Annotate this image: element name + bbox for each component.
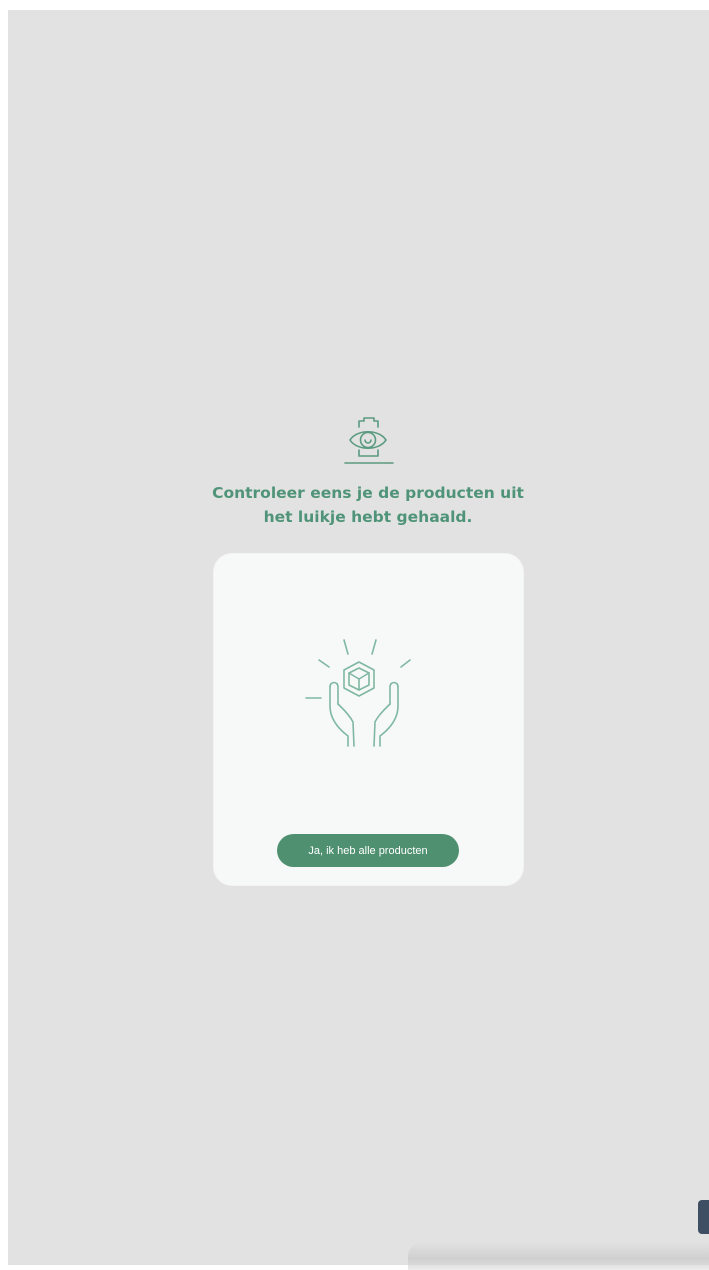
hands-holding-box-icon [305, 639, 411, 747]
side-handle[interactable] [698, 1200, 709, 1234]
app-screen: Controleer eens je de producten uit het … [8, 10, 709, 1270]
title-line-2: het luikje hebt gehaald. [263, 508, 473, 526]
eye-inspect-icon [344, 417, 394, 464]
confirm-all-products-button[interactable]: Ja, ik heb alle producten [277, 834, 459, 867]
confirmation-card: Ja, ik heb alle producten [214, 554, 523, 885]
page-title: Controleer eens je de producten uit het … [183, 481, 553, 529]
title-line-1: Controleer eens je de producten uit [212, 484, 524, 502]
bottom-overlay-edge [408, 1242, 709, 1270]
